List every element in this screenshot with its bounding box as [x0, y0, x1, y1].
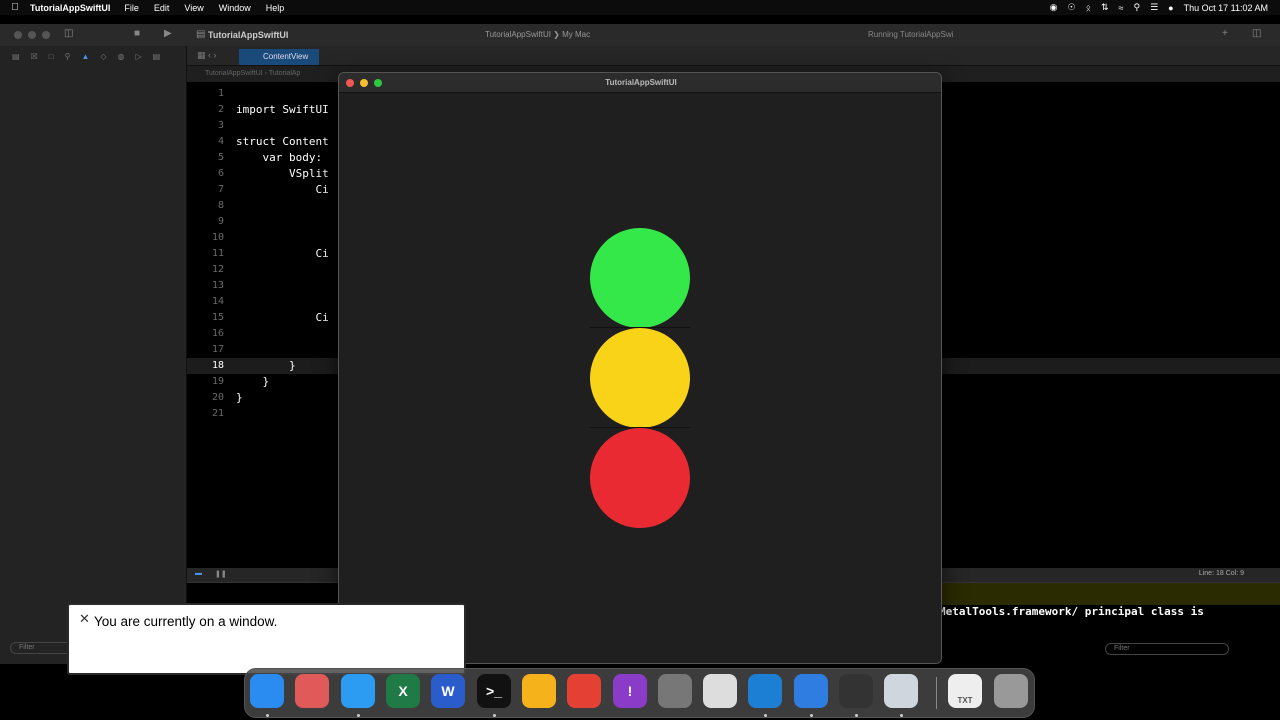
menu-view[interactable]: View — [184, 3, 203, 13]
scheme-selector[interactable]: TutorialAppSwiftUI ❯ My Mac — [485, 30, 590, 39]
voiceover-caption: ✕ You are currently on a window. — [67, 603, 466, 675]
app-window[interactable]: TutorialAppSwiftUI — [338, 72, 942, 664]
running-indicator — [900, 714, 903, 717]
pause-icon[interactable]: ❚❚ — [215, 570, 227, 578]
sidebar-toggle-icon[interactable]: ◫ — [64, 28, 73, 39]
code-text: Ci — [236, 183, 329, 196]
running-indicator — [764, 714, 767, 717]
running-indicator — [357, 714, 360, 717]
menu-bar:  TutorialAppSwiftUI File Edit View Wind… — [0, 0, 1280, 15]
chrome-icon[interactable] — [567, 674, 601, 708]
zoom-window-button[interactable] — [42, 31, 50, 39]
textedit-icon[interactable] — [703, 674, 737, 708]
project-icon: ▤ — [196, 29, 206, 40]
red-circle — [590, 428, 690, 528]
word-icon[interactable]: W — [431, 674, 465, 708]
menu-edit[interactable]: Edit — [154, 3, 170, 13]
line-col-indicator: Line: 18 Col: 9 — [1198, 570, 1244, 577]
feedback-icon[interactable]: ! — [613, 674, 647, 708]
launchpad-icon[interactable] — [295, 674, 329, 708]
tab-navigation[interactable]: ▦ ‹ › — [197, 50, 217, 61]
code-text: var body: — [236, 151, 323, 164]
vscode-icon[interactable] — [748, 674, 782, 708]
activity-status: Running TutorialAppSwi — [868, 30, 954, 39]
minimize-window-button[interactable] — [28, 31, 36, 39]
menu-file[interactable]: File — [124, 3, 139, 13]
project-title: TutorialAppSwiftUI — [208, 30, 289, 40]
vsplit-view — [339, 93, 941, 663]
find-icon[interactable]: ⚲ — [65, 52, 71, 61]
code-text: } — [236, 375, 270, 388]
source-control-icon[interactable]: ☒ — [31, 52, 38, 61]
control-center-icon[interactable]: ☰ — [1150, 2, 1158, 13]
code-text: } — [236, 359, 296, 372]
tab-contentview[interactable]: ContentView — [239, 49, 319, 65]
trash-icon[interactable] — [994, 674, 1028, 708]
excel-icon[interactable]: X — [386, 674, 420, 708]
warning-icon[interactable]: ▲ — [81, 52, 89, 61]
chrome-canary-icon[interactable] — [522, 674, 556, 708]
debug-area-toggle-icon[interactable]: ▬ — [195, 570, 202, 577]
apple-menu-icon[interactable]:  — [0, 2, 30, 13]
console-filter[interactable]: Filter — [1105, 643, 1229, 655]
running-indicator — [855, 714, 858, 717]
xcode-toolbar: ◫ ■ ▶ ▤ TutorialAppSwiftUI TutorialAppSw… — [0, 24, 1280, 46]
running-indicator — [810, 714, 813, 717]
running-indicator — [266, 714, 269, 717]
simulator-icon[interactable] — [658, 674, 692, 708]
bookmark-icon[interactable]: □ — [49, 52, 54, 61]
code-text: } — [236, 391, 243, 404]
status-menus: ◉ ☉ ᛟ ⇅ ≈ ⚲ ☰ ● Thu Oct 17 11:02 AM — [1050, 0, 1268, 15]
app-menu[interactable]: TutorialAppSwiftUI — [30, 3, 110, 13]
code-text: VSplit — [236, 167, 329, 180]
debug-icon[interactable]: ◍ — [118, 52, 125, 61]
caption-text: You are currently on a window. — [94, 614, 278, 629]
navigator-sidebar: ▤ ☒ □ ⚲ ▲ ◇ ◍ ▷ ▤ Filter — [0, 46, 187, 664]
menu-help[interactable]: Help — [266, 3, 285, 13]
finder-icon[interactable] — [250, 674, 284, 708]
bluetooth-icon[interactable]: ᛟ — [1086, 3, 1091, 13]
app-window-title: TutorialAppSwiftUI — [605, 78, 677, 87]
dock: X W >_! TXT — [244, 668, 1035, 718]
search-icon[interactable]: ⚲ — [1134, 2, 1141, 13]
safari-icon[interactable] — [341, 674, 375, 708]
green-circle — [590, 228, 690, 328]
airdrop-icon[interactable]: ☉ — [1068, 2, 1076, 13]
code-text: import SwiftUI — [236, 103, 329, 116]
siri-icon[interactable]: ● — [1168, 3, 1173, 13]
code-text: struct Content — [236, 135, 329, 148]
console-highlight — [941, 583, 1280, 605]
navigator-tabs: ▤ ☒ □ ⚲ ▲ ◇ ◍ ▷ ▤ — [12, 52, 160, 61]
folder-icon[interactable]: ▤ — [12, 52, 20, 61]
run-button[interactable]: ▶ — [164, 28, 172, 39]
code-text: Ci — [236, 247, 329, 260]
wifi-icon[interactable]: ≈ — [1119, 3, 1124, 13]
menu-window[interactable]: Window — [219, 3, 251, 13]
quicktime-icon[interactable] — [839, 674, 873, 708]
add-icon[interactable]: + — [1222, 28, 1228, 39]
terminal-icon[interactable]: >_ — [477, 674, 511, 708]
inspector-toggle-icon[interactable]: ◫ — [1252, 28, 1261, 39]
xcode-icon[interactable] — [794, 674, 828, 708]
console-output: MetalTools.framework/ principal class is — [939, 605, 1204, 618]
stop-button[interactable]: ■ — [134, 28, 140, 39]
txt-file-icon[interactable]: TXT — [948, 674, 982, 708]
preview-icon[interactable] — [884, 674, 918, 708]
code-text: Ci — [236, 311, 329, 324]
test-icon[interactable]: ◇ — [100, 52, 106, 61]
network-icon[interactable]: ⇅ — [1101, 2, 1109, 13]
clock[interactable]: Thu Oct 17 11:02 AM — [1184, 3, 1268, 13]
close-icon[interactable]: ✕ — [79, 611, 90, 627]
record-icon[interactable]: ◉ — [1050, 2, 1058, 13]
breakpoint-icon[interactable]: ▷ — [136, 52, 142, 61]
running-indicator — [493, 714, 496, 717]
report-icon[interactable]: ▤ — [153, 52, 161, 61]
app-titlebar[interactable]: TutorialAppSwiftUI — [339, 73, 941, 93]
yellow-circle — [590, 328, 690, 428]
editor-tab-bar: ▦ ‹ › ContentView — [187, 46, 1280, 66]
close-window-button[interactable] — [14, 31, 22, 39]
dock-separator — [936, 677, 937, 709]
